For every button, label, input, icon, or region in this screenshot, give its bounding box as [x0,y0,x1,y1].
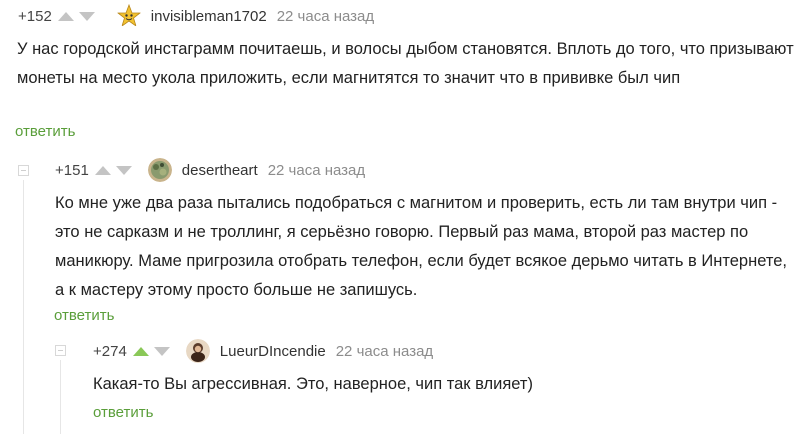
reply-link[interactable]: ответить [93,404,153,421]
reply-link[interactable]: ответить [15,123,75,140]
comment-time: 22 часа назад [335,342,434,360]
comment-text: У нас городской инстаграмм почитаешь, и … [17,40,794,87]
upvote-icon[interactable] [132,346,149,356]
comment-rating: +274 [93,342,127,360]
reply-link[interactable]: ответить [54,307,114,324]
downvote-icon[interactable] [153,346,170,356]
upvote-icon[interactable] [94,165,111,175]
avatar[interactable] [185,339,210,363]
upvote-icon[interactable] [57,11,74,21]
vote-controls [132,346,170,356]
vote-controls [57,11,95,21]
comment-rating: +152 [18,7,52,25]
vote-controls [94,165,132,175]
thread-line[interactable] [23,180,24,434]
downvote-icon[interactable] [78,11,95,21]
comment-header: +274 LueurDIncendie 22 часа назад [93,339,434,363]
comment-text: Какая-то Вы агрессивная. Это, наверное, … [93,375,533,393]
avatar[interactable] [147,158,172,182]
thread-line[interactable] [60,360,61,434]
username-link[interactable]: invisibleman1702 [151,8,267,25]
username-link[interactable]: desertheart [182,162,258,179]
collapse-thread-button[interactable] [55,345,66,356]
comment-header: +151 desertheart 22 часа назад [55,158,366,182]
avatar[interactable] [116,4,141,28]
downvote-icon[interactable] [115,165,132,175]
comment-time: 22 часа назад [267,161,366,179]
collapse-thread-button[interactable] [18,165,29,176]
comment-text: Ко мне уже два раза пытались подобраться… [55,194,787,299]
comment-time: 22 часа назад [276,7,375,25]
username-link[interactable]: LueurDIncendie [220,343,326,360]
comment-header: +152 invisibleman1702 22 часа назад [18,4,375,28]
comment-rating: +151 [55,161,89,179]
